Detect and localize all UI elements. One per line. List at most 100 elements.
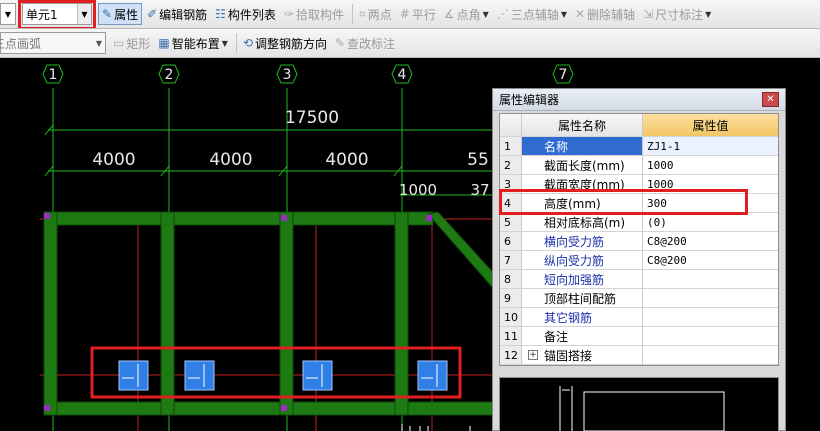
floor-dropdown[interactable]: ▼: [0, 3, 16, 25]
footing[interactable]: [118, 360, 149, 391]
component-list-label: 构件列表: [227, 7, 276, 22]
property-name-text: 顶部柱间配筋: [544, 291, 617, 306]
property-name-text: 锚固搭接: [544, 348, 593, 363]
dimension-span-3: 4000: [325, 150, 368, 170]
dimension-button[interactable]: ⇲ 尺寸标注 ▼: [640, 3, 714, 25]
property-row[interactable]: 10 其它钢筋: [500, 308, 778, 327]
point-angle-button[interactable]: ∡ 点角 ▼: [441, 3, 492, 25]
property-value[interactable]: [643, 346, 778, 364]
footing[interactable]: [417, 360, 448, 391]
chevron-down-icon: ▼: [221, 38, 228, 48]
property-name: 纵向受力筋: [522, 251, 643, 269]
row-number: 1: [500, 137, 522, 155]
header-value-cell: 属性值: [643, 114, 778, 136]
header-name-cell: 属性名称: [522, 114, 643, 136]
adjust-rebar-icon: ⟲: [242, 36, 253, 50]
delete-axis-label: 删除辅轴: [587, 7, 636, 22]
property-value[interactable]: ZJ1-1: [643, 137, 778, 155]
close-icon[interactable]: ✕: [762, 92, 779, 107]
property-row[interactable]: 12 + 锚固搭接: [500, 346, 778, 365]
smart-layout-icon: ▦: [158, 36, 170, 50]
parallel-label: 平行: [411, 7, 436, 22]
expand-plus-icon[interactable]: +: [528, 350, 538, 360]
property-value[interactable]: [643, 327, 778, 345]
chevron-down-icon: ▼: [560, 9, 567, 19]
smart-layout-button[interactable]: ▦ 智能布置 ▼: [155, 32, 231, 54]
arc-mode-value: 三点画弧: [0, 36, 42, 51]
property-name: 备注: [522, 327, 643, 345]
properties-icon: ✎: [102, 7, 113, 21]
property-row[interactable]: 11 备注: [500, 327, 778, 346]
parallel-button[interactable]: # 平行: [397, 3, 439, 25]
property-row[interactable]: 8 短向加强筋: [500, 270, 778, 289]
row-number: 9: [500, 289, 522, 307]
point-angle-icon: ∡: [443, 7, 455, 21]
property-row[interactable]: 1 名称 ZJ1-1: [500, 137, 778, 156]
property-name-text: 短向加强筋: [544, 272, 605, 287]
property-name: + 锚固搭接: [522, 346, 643, 364]
red-reference-lines: [40, 215, 500, 431]
parallel-icon: #: [399, 7, 410, 21]
property-value[interactable]: C8@200: [643, 251, 778, 269]
property-name-text: 横向受力筋: [544, 234, 605, 249]
pick-component-icon: ✑: [283, 7, 294, 21]
delete-axis-button[interactable]: ✕ 删除辅轴: [572, 3, 638, 25]
property-row[interactable]: 9 顶部柱间配筋: [500, 289, 778, 308]
property-value[interactable]: 1000: [643, 156, 778, 174]
highlight-box-unit: [18, 0, 96, 28]
three-point-axis-button[interactable]: ⋰ 三点辅轴 ▼: [494, 3, 570, 25]
property-name-text: 截面长度(mm): [544, 158, 625, 173]
axis-label-3: 3: [283, 67, 292, 83]
row-number: 7: [500, 251, 522, 269]
point-angle-label: 点角: [456, 7, 481, 22]
chevron-down-icon: ▼: [4, 9, 12, 19]
property-row[interactable]: 6 横向受力筋 C8@200: [500, 232, 778, 251]
header-num-cell: [500, 114, 522, 136]
arc-mode-dropdown[interactable]: 三点画弧 ▼: [0, 32, 106, 54]
edit-annotation-icon: ✎: [334, 36, 346, 50]
dimension-small-1: 1000: [399, 181, 437, 199]
property-editor-title: 属性编辑器: [499, 93, 560, 107]
component-list-icon: ☷: [215, 7, 226, 21]
property-editor-titlebar[interactable]: 属性编辑器 ✕: [493, 89, 785, 111]
axis-label-2: 2: [165, 67, 174, 83]
section-preview: [499, 377, 779, 431]
section-preview-drawing: [559, 386, 725, 431]
two-point-button[interactable]: ⌗ 两点: [356, 3, 395, 25]
dimension-span-1: 4000: [92, 150, 135, 170]
footing[interactable]: [184, 360, 215, 391]
property-value[interactable]: (0): [643, 213, 778, 231]
chevron-down-icon[interactable]: ▼: [93, 33, 105, 53]
dimension-span-4: 55: [467, 150, 489, 170]
toolbar-divider: [235, 33, 237, 53]
component-list-button[interactable]: ☷ 构件列表: [212, 3, 279, 25]
edit-annotation-button[interactable]: ✎ 查改标注: [332, 32, 398, 54]
property-value[interactable]: [643, 289, 778, 307]
property-name: 截面长度(mm): [522, 156, 643, 174]
property-row[interactable]: 2 截面长度(mm) 1000: [500, 156, 778, 175]
property-name: 相对底标高(m): [522, 213, 643, 231]
property-value[interactable]: [643, 270, 778, 288]
property-row[interactable]: 5 相对底标高(m) (0): [500, 213, 778, 232]
rectangle-button[interactable]: ▭ 矩形: [110, 32, 153, 54]
three-point-axis-icon: ⋰: [496, 7, 509, 21]
footing[interactable]: [302, 360, 333, 391]
property-value[interactable]: [643, 308, 778, 326]
dimension-span-2: 4000: [209, 150, 252, 170]
beam-nodes: [44, 213, 432, 411]
edit-rebar-icon: ✐: [147, 7, 158, 21]
dimension-total: 17500: [285, 108, 339, 128]
pick-component-button[interactable]: ✑ 拾取构件: [281, 3, 347, 25]
two-point-icon: ⌗: [359, 6, 366, 21]
edit-rebar-button[interactable]: ✐ 编辑钢筋: [144, 3, 210, 25]
property-value[interactable]: C8@200: [643, 232, 778, 250]
property-name: 名称: [522, 137, 643, 155]
property-row[interactable]: 7 纵向受力筋 C8@200: [500, 251, 778, 270]
row-number: 8: [500, 270, 522, 288]
property-editor-panel: 属性编辑器 ✕ 属性名称 属性值 1 名称 ZJ1-1 2 截面长度(mm) 1000 3 截…: [492, 88, 786, 431]
row-number: 2: [500, 156, 522, 174]
adjust-rebar-button[interactable]: ⟲ 调整钢筋方向: [240, 32, 330, 54]
property-rows: 1 名称 ZJ1-1 2 截面长度(mm) 1000 3 截面宽度(mm) 1000 4 高度(mm…: [500, 137, 778, 365]
properties-button[interactable]: ✎ 属性: [98, 3, 143, 25]
property-name: 短向加强筋: [522, 270, 643, 288]
